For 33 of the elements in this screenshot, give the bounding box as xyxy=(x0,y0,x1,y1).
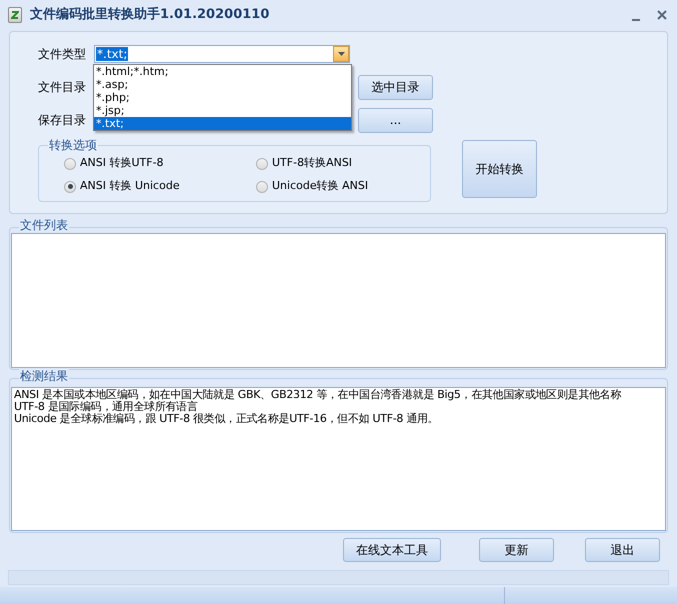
group-title: 转换选项 xyxy=(48,136,98,154)
group-title: 检测结果 xyxy=(19,369,69,383)
result-line: UTF-8 是国际编码，通用全球所有语言 xyxy=(14,401,199,413)
update-button[interactable]: 更新 xyxy=(479,538,554,562)
field-label: 文件类型 xyxy=(38,46,87,63)
app-logo-icon xyxy=(8,7,22,23)
browse-button[interactable]: ... xyxy=(358,108,433,132)
result-line: Unicode 是全球标准编码，跟 UTF-8 很类似，正式名称是UTF-16，但不如 UTF-8 通用。 xyxy=(14,413,440,425)
dropdown-option[interactable]: *.asp; xyxy=(94,78,351,91)
radio-button[interactable] xyxy=(64,180,76,192)
file-type-combo[interactable]: *.txt; xyxy=(94,45,350,63)
field-label: 文件目录 xyxy=(38,79,87,96)
radio-button[interactable] xyxy=(256,180,268,192)
group-title: 文件列表 xyxy=(19,218,69,232)
radio-button[interactable] xyxy=(64,158,76,170)
combo-value: *.txt; xyxy=(96,47,128,61)
radio-label: ANSI 转换UTF-8 xyxy=(80,155,164,172)
radio-button[interactable] xyxy=(256,158,268,170)
exit-button[interactable]: 退出 xyxy=(585,538,660,562)
online-tools-button[interactable]: 在线文本工具 xyxy=(343,538,441,562)
dropdown-option[interactable]: *.html;*.htm; xyxy=(94,65,351,78)
radio-label: ANSI 转换 Unicode xyxy=(80,178,180,194)
result-line: ANSI 是本国或本地区编码，如在中国大陆就是 GBK、GB2312 等，在中国台湾香港就是 Big5，在其他国家或地区则是其他名称 xyxy=(14,389,622,401)
dropdown-option[interactable]: *.php; xyxy=(94,91,351,104)
close-button[interactable] xyxy=(655,8,669,22)
radio-label: UTF-8转换ANSI xyxy=(272,155,352,172)
radio-label: Unicode转换 ANSI xyxy=(272,178,368,194)
field-label: 保存目录 xyxy=(38,112,87,129)
dropdown-option[interactable]: *.jsp; xyxy=(94,104,351,117)
select-folder-button[interactable]: 选中目录 xyxy=(358,74,433,100)
start-convert-button[interactable]: 开始转换 xyxy=(462,140,537,198)
dropdown-option[interactable]: *.txt; xyxy=(94,117,351,130)
window-title: 文件编码批里转换助手1.01.20200110 xyxy=(30,6,270,24)
